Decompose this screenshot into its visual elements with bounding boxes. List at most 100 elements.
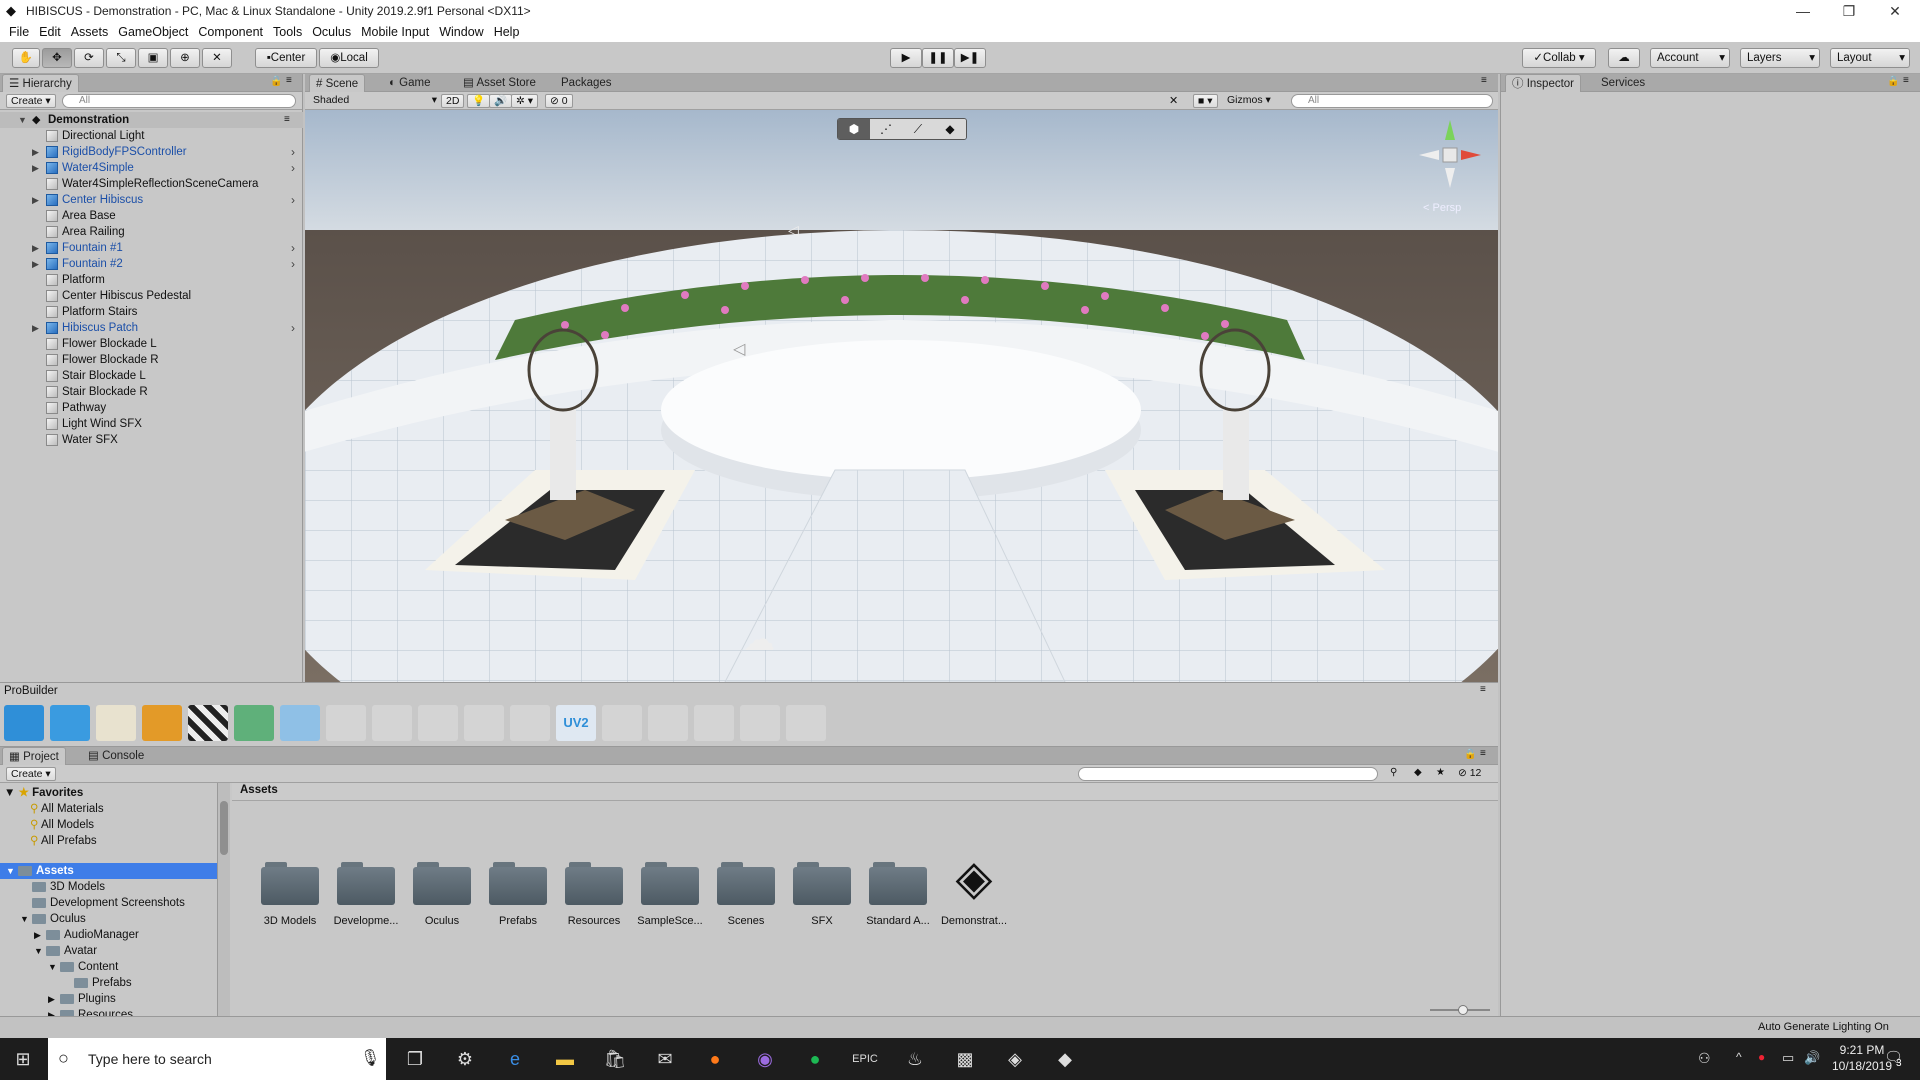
prefab-open-icon[interactable]: › bbox=[291, 240, 295, 256]
scene-search-input[interactable]: All bbox=[1291, 94, 1493, 108]
tab-packages[interactable]: Packages bbox=[555, 74, 618, 92]
gizmos-dropdown[interactable]: Gizmos ▾ bbox=[1227, 94, 1271, 108]
network-icon[interactable]: ▭ bbox=[1782, 1050, 1794, 1066]
favorites-header[interactable]: ▼ ★ Favorites bbox=[4, 785, 83, 801]
hierarchy-item[interactable]: Light Wind SFX bbox=[0, 416, 303, 432]
people-icon[interactable]: ⚇ bbox=[1698, 1050, 1711, 1067]
account-dropdown[interactable]: Account ▾ bbox=[1650, 48, 1730, 68]
tab-scene[interactable]: # Scene bbox=[309, 74, 366, 92]
minimize-button[interactable]: — bbox=[1780, 0, 1826, 22]
new-poly-shape-icon[interactable] bbox=[50, 705, 90, 741]
unity-hub-icon[interactable]: ◈ bbox=[998, 1044, 1032, 1074]
audio-toggle-icon[interactable]: 🔊 bbox=[489, 94, 513, 108]
asset-item[interactable]: SFX bbox=[784, 783, 860, 943]
flip-normals-icon[interactable] bbox=[372, 705, 412, 741]
zoom-slider-thumb[interactable] bbox=[1458, 1005, 1468, 1015]
prefab-open-icon[interactable]: › bbox=[291, 320, 295, 336]
expand-arrow-icon[interactable]: ▶ bbox=[32, 320, 39, 336]
menu-assets[interactable]: Assets bbox=[66, 25, 114, 39]
collab-dropdown[interactable]: ✓Collab ▾ bbox=[1522, 48, 1596, 68]
uv-editor-icon[interactable] bbox=[142, 705, 182, 741]
subdivide-icon[interactable] bbox=[694, 705, 734, 741]
hierarchy-item[interactable]: Pathway bbox=[0, 400, 303, 416]
tab-project[interactable]: ▦ Project bbox=[2, 747, 66, 765]
task-view-icon[interactable]: ❐ bbox=[398, 1044, 432, 1074]
hierarchy-item[interactable]: Platform bbox=[0, 272, 303, 288]
hierarchy-item[interactable]: Water SFX bbox=[0, 432, 303, 448]
asset-item[interactable]: Prefabs bbox=[480, 783, 556, 943]
prefab-open-icon[interactable]: › bbox=[291, 256, 295, 272]
asset-item[interactable]: Developme... bbox=[328, 783, 404, 943]
step-button[interactable]: ▶❚ bbox=[954, 48, 986, 68]
tray-chevron-icon[interactable]: ^ bbox=[1736, 1050, 1742, 1064]
hierarchy-item[interactable]: Area Railing bbox=[0, 224, 303, 240]
tree-scrollbar[interactable] bbox=[218, 783, 230, 1017]
project-folder-item[interactable]: ▼ Content bbox=[0, 959, 217, 975]
windows-start-icon[interactable]: ⊞ bbox=[6, 1044, 40, 1074]
tab-asset-store[interactable]: ▤ Asset Store bbox=[457, 74, 542, 92]
layout-dropdown[interactable]: Layout ▾ bbox=[1830, 48, 1910, 68]
tab-services[interactable]: Services bbox=[1595, 74, 1651, 92]
pause-button[interactable]: ❚❚ bbox=[922, 48, 954, 68]
shading-mode-dropdown[interactable]: Shaded ▾ bbox=[313, 94, 439, 108]
prefab-open-icon[interactable]: › bbox=[291, 192, 295, 208]
menu-tools[interactable]: Tools bbox=[268, 25, 307, 39]
menu-mobile-input[interactable]: Mobile Input bbox=[356, 25, 434, 39]
effects-dropdown-icon[interactable]: ✲ ▾ bbox=[511, 94, 538, 108]
mail-icon[interactable]: ✉ bbox=[648, 1044, 682, 1074]
custom-tool-icon[interactable]: ✕ bbox=[202, 48, 232, 68]
probuilderize-icon[interactable] bbox=[786, 705, 826, 741]
hierarchy-item[interactable]: ▶ › Water4Simple bbox=[0, 160, 303, 176]
scale-tool-icon[interactable]: ⤡ bbox=[106, 48, 136, 68]
project-search-input[interactable] bbox=[1078, 767, 1378, 781]
close-button[interactable]: ✕ bbox=[1872, 0, 1918, 22]
panel-menu-icon[interactable]: ≡ bbox=[1481, 75, 1487, 86]
expand-arrow-icon[interactable]: ▶ bbox=[48, 991, 55, 1007]
expand-arrow-icon[interactable]: ▼ bbox=[48, 959, 57, 975]
favorite-item[interactable]: ⚲ All Materials bbox=[30, 801, 104, 817]
hierarchy-item[interactable]: Stair Blockade R bbox=[0, 384, 303, 400]
project-create-dropdown[interactable]: Create ▾ bbox=[6, 767, 56, 781]
menu-gameobject[interactable]: GameObject bbox=[113, 25, 193, 39]
asset-item[interactable]: Scenes bbox=[708, 783, 784, 943]
pivot-center-toggle[interactable]: ▪Center bbox=[255, 48, 317, 68]
tab-console[interactable]: ▤ Console bbox=[82, 747, 150, 765]
lock-icon[interactable]: 🔒 bbox=[270, 76, 282, 87]
expand-arrow-icon[interactable]: ▼ bbox=[18, 112, 27, 128]
edge-browser-icon[interactable]: e bbox=[498, 1044, 532, 1074]
smoothing-icon[interactable] bbox=[234, 705, 274, 741]
project-folder-item[interactable]: Development Screenshots bbox=[0, 895, 217, 911]
project-folder-item[interactable]: 3D Models bbox=[0, 879, 217, 895]
tree-scroll-thumb[interactable] bbox=[220, 801, 228, 855]
layers-dropdown[interactable]: Layers ▾ bbox=[1740, 48, 1820, 68]
file-explorer-icon[interactable]: ▬ bbox=[548, 1044, 582, 1074]
hierarchy-item[interactable]: Water4SimpleReflectionSceneCamera bbox=[0, 176, 303, 192]
project-folder-item[interactable]: ▶ AudioManager bbox=[0, 927, 217, 943]
hierarchy-item[interactable]: Directional Light bbox=[0, 128, 303, 144]
menu-oculus[interactable]: Oculus bbox=[307, 25, 356, 39]
transform-tool-icon[interactable]: ⊕ bbox=[170, 48, 200, 68]
asset-zoom-slider[interactable] bbox=[1430, 1005, 1490, 1015]
epic-games-icon[interactable]: EPIC bbox=[848, 1044, 882, 1074]
search-by-label-icon[interactable]: ◆ bbox=[1414, 767, 1422, 778]
scene-viewport[interactable]: ◁ ◁ ☁ ⬢ ⋰ ⟋ ◆ < Persp bbox=[305, 110, 1498, 682]
expand-arrow-icon[interactable]: ▼ bbox=[20, 911, 29, 927]
project-folder-item[interactable]: ▼ Oculus bbox=[0, 911, 217, 927]
tab-inspector[interactable]: ⓘ Inspector bbox=[1505, 74, 1582, 92]
firefox-icon[interactable]: ● bbox=[698, 1044, 732, 1074]
expand-arrow-icon[interactable]: ▼ bbox=[6, 863, 15, 879]
conform-normals-icon[interactable] bbox=[464, 705, 504, 741]
discord-icon[interactable]: ◉ bbox=[748, 1044, 782, 1074]
freeze-transform-icon[interactable] bbox=[510, 705, 550, 741]
expand-arrow-icon[interactable]: ▶ bbox=[32, 192, 39, 208]
expand-arrow-icon[interactable]: ▶ bbox=[34, 927, 41, 943]
vertex-mode-icon[interactable]: ⋰ bbox=[870, 119, 902, 139]
lock-icon[interactable]: 🔒 bbox=[1464, 749, 1476, 760]
merge-objects-icon[interactable] bbox=[326, 705, 366, 741]
microphone-icon[interactable]: 🎙 bbox=[360, 1048, 380, 1068]
panel-menu-icon[interactable]: ≡ bbox=[1480, 684, 1486, 695]
asset-item[interactable]: SampleSce... bbox=[632, 783, 708, 943]
hierarchy-item[interactable]: ▶ › RigidBodyFPSController bbox=[0, 144, 303, 160]
expand-arrow-icon[interactable]: ▶ bbox=[32, 144, 39, 160]
menu-edit[interactable]: Edit bbox=[34, 25, 66, 39]
